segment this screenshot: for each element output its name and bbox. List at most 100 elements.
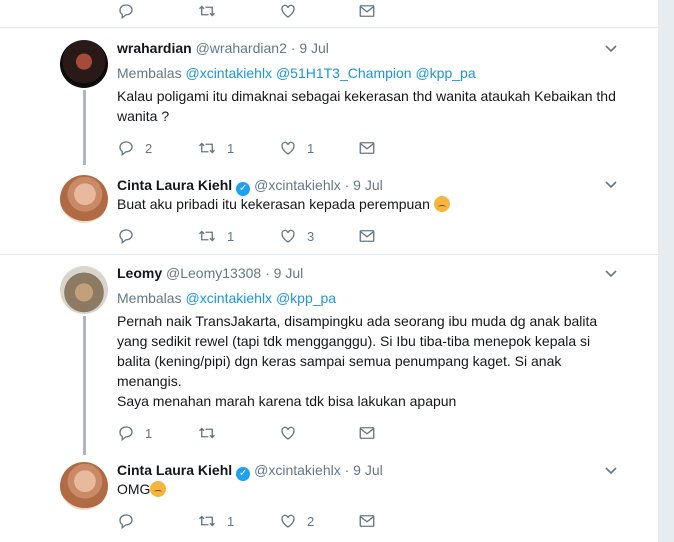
tweet-body: Buat aku pribadi itu kekerasan kepada pe… (117, 194, 627, 214)
replying-to: Membalas @xcintakiehlx @kpp_pa (117, 290, 336, 306)
tweet-date[interactable]: 9 Jul (299, 40, 329, 56)
retweet-icon (199, 230, 215, 242)
tweet-date[interactable]: 9 Jul (274, 265, 304, 281)
retweet-button[interactable]: 1 (197, 138, 234, 158)
like-button[interactable] (279, 1, 307, 21)
like-count: 2 (307, 513, 315, 529)
tweet[interactable]: Cinta Laura Kiehl ✓ @xcintakiehlx · 9 Jul … (0, 449, 658, 542)
dm-button[interactable] (358, 138, 376, 158)
like-count: 1 (307, 140, 315, 156)
mention-link[interactable]: @kpp_pa (276, 290, 336, 306)
reply-icon (119, 514, 133, 530)
heart-icon (281, 141, 295, 155)
separator-dot: · (290, 40, 296, 56)
reply-button[interactable] (117, 226, 145, 246)
reply-icon (119, 4, 133, 20)
reply-icon (119, 426, 133, 442)
retweet-count: 1 (227, 228, 235, 244)
dm-button[interactable] (358, 511, 376, 531)
tweet-header: wrahardian @wrahardian2 · 9 Jul (117, 40, 329, 56)
disappointed-face-emoji-icon (433, 196, 450, 212)
chevron-down-icon[interactable] (604, 178, 618, 192)
chevron-down-icon[interactable] (604, 42, 618, 56)
replying-to: Membalas @xcintakiehlx @51H1T3_Champion … (117, 65, 476, 81)
reply-count: 2 (145, 140, 153, 156)
avatar[interactable] (60, 266, 108, 314)
user-name[interactable]: Cinta Laura Kiehl (117, 462, 232, 478)
heart-icon (281, 426, 295, 440)
chevron-down-icon[interactable] (604, 464, 618, 478)
reply-button[interactable] (117, 1, 145, 21)
tweet[interactable]: Cinta Laura Kiehl ✓ @xcintakiehlx · 9 Jul … (0, 160, 658, 254)
tweet-text-line: menangis. (117, 373, 182, 389)
retweet-button[interactable]: 1 (197, 511, 234, 531)
like-button[interactable] (279, 423, 307, 443)
reply-icon (119, 229, 133, 245)
tweet-body: OMG (117, 479, 627, 499)
retweet-icon (199, 5, 215, 17)
mention-link[interactable]: @xcintakiehlx (185, 65, 272, 81)
reply-count: 1 (145, 425, 153, 441)
reply-button[interactable]: 2 (117, 138, 152, 158)
reply-icon (119, 141, 133, 157)
mention-link[interactable]: @xcintakiehlx (185, 290, 272, 306)
tweet-feed: wrahardian @wrahardian2 · 9 Jul Membalas… (0, 0, 658, 542)
user-handle[interactable]: @xcintakiehlx (254, 177, 341, 193)
user-handle[interactable]: @Leomy13308 (166, 265, 261, 281)
tweet-text-line: yang sedikit rewel (tapi tdk mengganggu)… (117, 333, 591, 349)
envelope-icon (359, 142, 375, 154)
tweet-partial (0, 0, 658, 27)
chevron-down-icon[interactable] (604, 267, 618, 281)
dm-button[interactable] (358, 226, 376, 246)
user-name[interactable]: Cinta Laura Kiehl (117, 177, 232, 193)
tweet-date[interactable]: 9 Jul (353, 177, 383, 193)
retweet-icon (199, 427, 215, 439)
tweet-text: Buat aku pribadi itu kekerasan kepada pe… (117, 196, 430, 212)
tweet-text-line: Pernah naik TransJakarta, disampingku ad… (117, 313, 598, 329)
retweet-count: 1 (227, 513, 235, 529)
mention-link[interactable]: @51H1T3_Champion (276, 65, 412, 81)
tweet[interactable]: wrahardian @wrahardian2 · 9 Jul Membalas… (0, 28, 658, 160)
avatar[interactable] (60, 40, 108, 88)
tweet[interactable]: Leomy @Leomy13308 · 9 Jul Membalas @xcin… (0, 255, 658, 449)
separator-dot: · (344, 177, 350, 193)
tweet-text-line: balita (kening/pipi) dgn keras sampai se… (117, 353, 562, 369)
tweet-text: OMG (117, 481, 151, 497)
separator-dot: · (344, 462, 350, 478)
tweet-text: Pernah naik TransJakarta, disampingku ad… (117, 311, 647, 411)
heart-icon (281, 229, 295, 243)
envelope-icon (359, 230, 375, 242)
dm-button[interactable] (358, 1, 376, 21)
separator-dot: · (265, 265, 270, 281)
tweet-header: Leomy @Leomy13308 · 9 Jul (117, 265, 303, 281)
user-handle[interactable]: @wrahardian2 (196, 40, 287, 56)
replying-to-label: Membalas (117, 65, 182, 81)
avatar[interactable] (60, 462, 108, 510)
retweet-icon (199, 515, 215, 527)
replying-to-label: Membalas (117, 290, 182, 306)
retweet-button[interactable]: 1 (197, 226, 234, 246)
user-name[interactable]: Leomy (117, 265, 162, 281)
avatar[interactable] (60, 175, 108, 223)
mention-link[interactable]: @kpp_pa (415, 65, 475, 81)
disappointed-face-emoji-icon (150, 481, 167, 497)
heart-icon (281, 514, 295, 528)
user-handle[interactable]: @xcintakiehlx (254, 462, 341, 478)
like-button[interactable]: 3 (279, 226, 314, 246)
user-name[interactable]: wrahardian (117, 40, 192, 56)
like-button[interactable]: 2 (279, 511, 314, 531)
tweet-text: Kalau poligami itu dimaknai sebagai keke… (117, 88, 616, 124)
retweet-button[interactable] (197, 1, 227, 21)
heart-icon (281, 4, 295, 18)
envelope-icon (359, 5, 375, 17)
reply-button[interactable] (117, 511, 145, 531)
scrollbar[interactable] (658, 0, 674, 542)
retweet-button[interactable] (197, 423, 227, 443)
reply-button[interactable]: 1 (117, 423, 152, 443)
tweet-text-line: Saya menahan marah karena tdk bisa lakuk… (117, 393, 457, 409)
tweet-date[interactable]: 9 Jul (353, 462, 383, 478)
envelope-icon (359, 427, 375, 439)
retweet-icon (199, 142, 215, 154)
like-button[interactable]: 1 (279, 138, 314, 158)
dm-button[interactable] (358, 423, 376, 443)
